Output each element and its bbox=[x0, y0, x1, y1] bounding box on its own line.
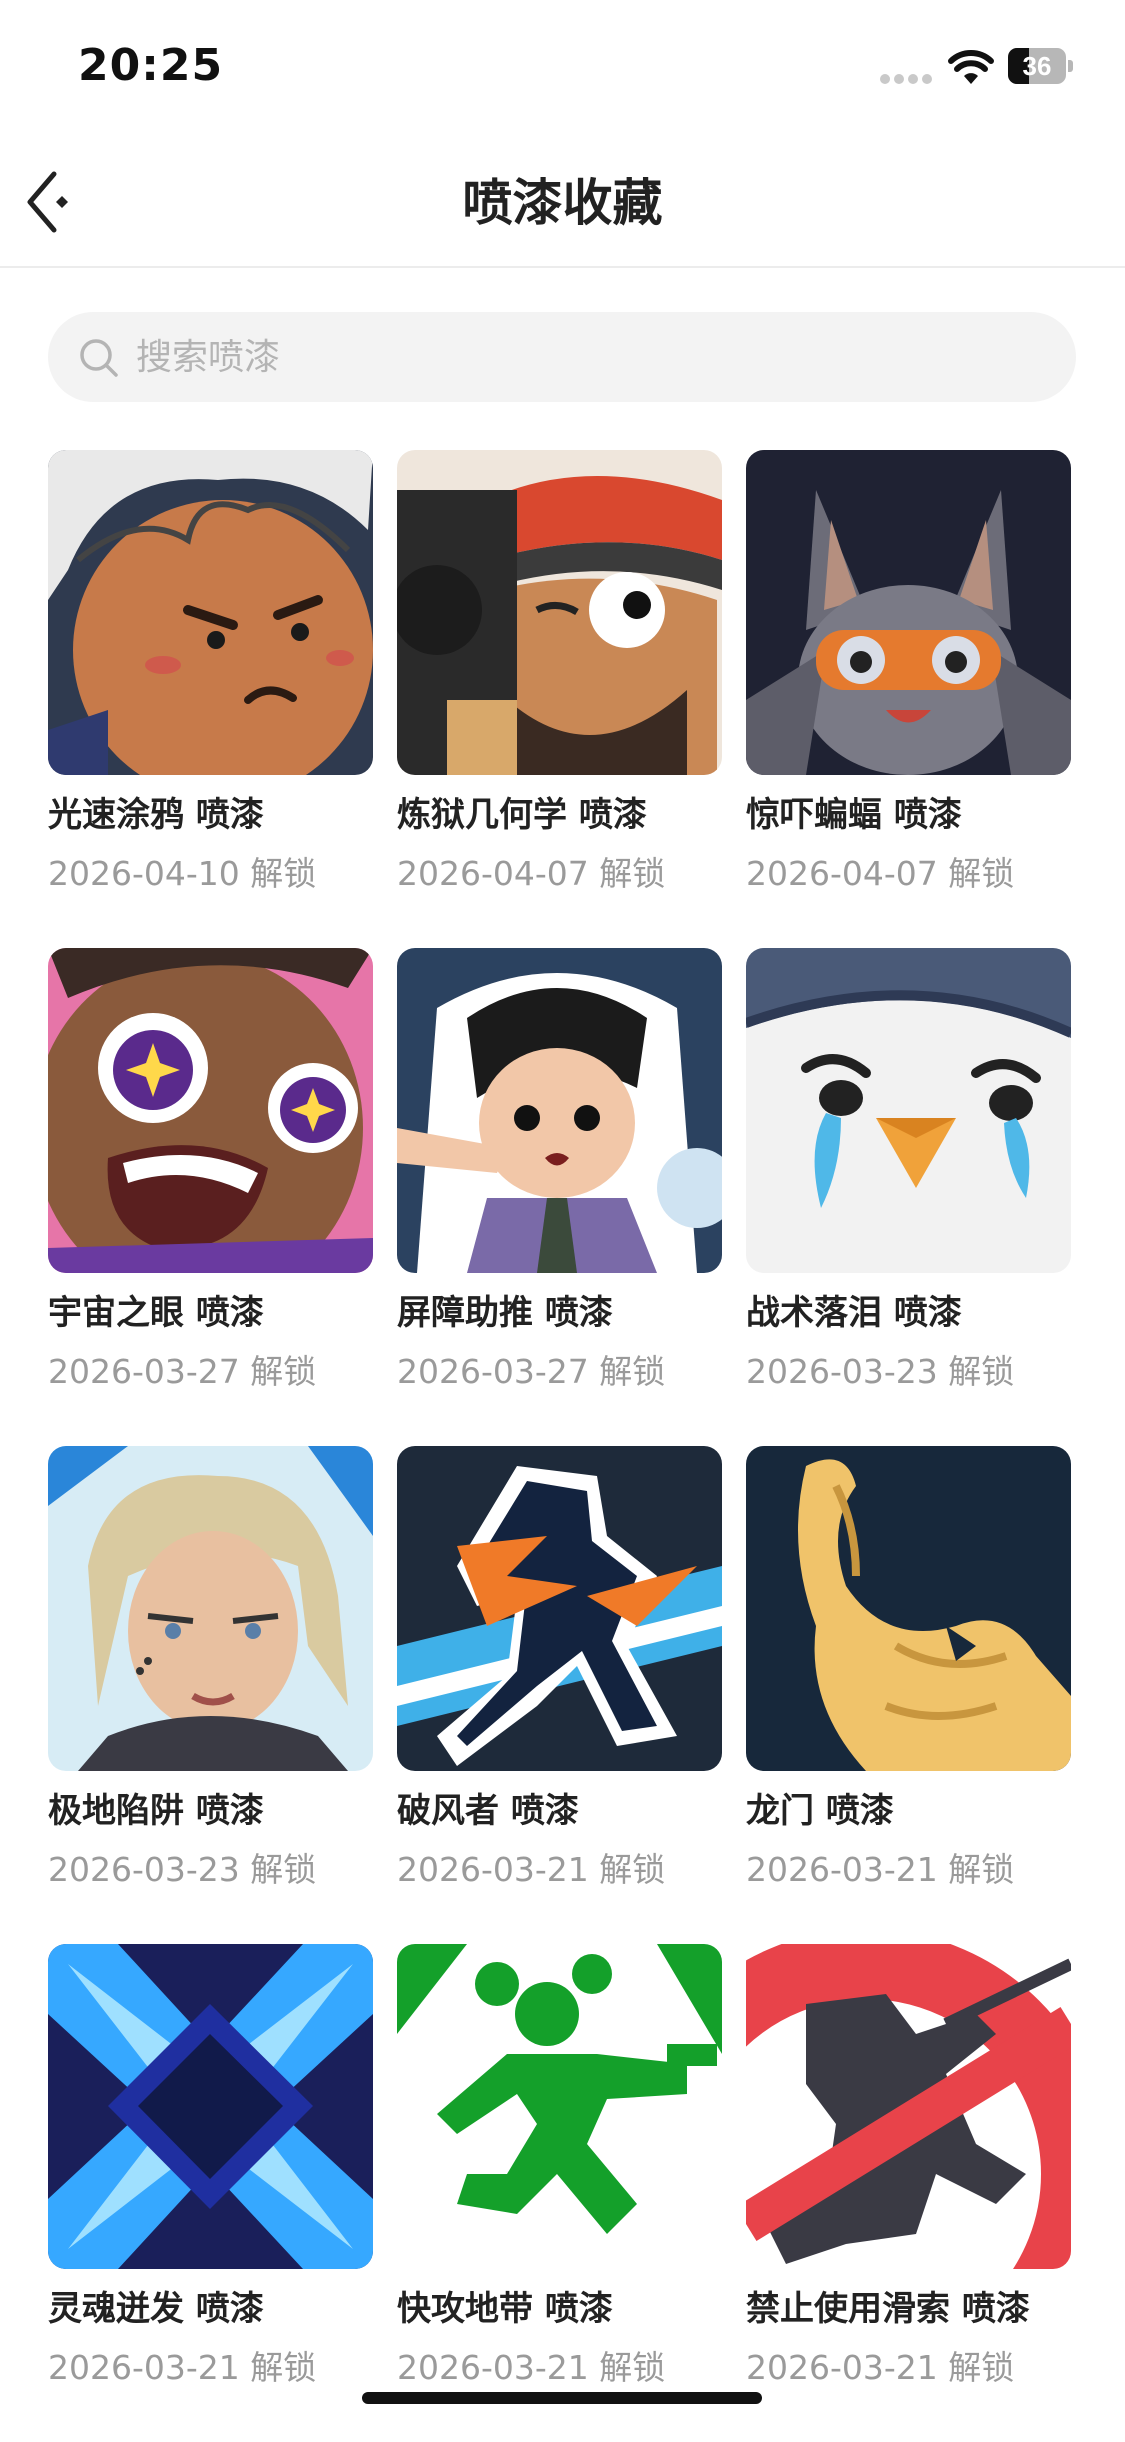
spray-thumbnail bbox=[746, 450, 1071, 775]
spray-thumbnail bbox=[48, 948, 373, 1273]
spray-thumbnail bbox=[48, 1944, 373, 2269]
spray-card[interactable]: 禁止使用滑索 喷漆 2026-03-21 解锁 bbox=[746, 1944, 1071, 2442]
spray-thumbnail bbox=[397, 948, 722, 1273]
spray-unlock-date: 2026-03-23 解锁 bbox=[746, 1352, 1015, 1391]
spray-card[interactable]: 光速涂鸦 喷漆 2026-04-10 解锁 bbox=[48, 450, 373, 948]
spray-thumbnail bbox=[746, 1944, 1071, 2269]
spray-card[interactable]: 宇宙之眼 喷漆 2026-03-27 解锁 bbox=[48, 948, 373, 1446]
spray-name: 宇宙之眼 喷漆 bbox=[48, 1293, 264, 1333]
spray-unlock-date: 2026-03-21 解锁 bbox=[746, 2348, 1015, 2387]
signal-icon bbox=[880, 74, 932, 84]
page-title: 喷漆收藏 bbox=[462, 174, 663, 232]
battery-level: 36 bbox=[1022, 51, 1052, 81]
spray-thumbnail bbox=[48, 450, 373, 775]
spray-card[interactable]: 炼狱几何学 喷漆 2026-04-07 解锁 bbox=[397, 450, 722, 948]
spray-unlock-date: 2026-04-10 解锁 bbox=[48, 854, 317, 893]
spray-thumbnail bbox=[48, 1446, 373, 1771]
spray-thumbnail bbox=[746, 1446, 1071, 1771]
home-indicator[interactable] bbox=[362, 2392, 762, 2404]
spray-card[interactable]: 惊吓蝙蝠 喷漆 2026-04-07 解锁 bbox=[746, 450, 1071, 948]
spray-name: 龙门 喷漆 bbox=[746, 1791, 894, 1831]
spray-name: 炼狱几何学 喷漆 bbox=[397, 795, 647, 835]
spray-thumbnail bbox=[746, 948, 1071, 1273]
search-icon bbox=[80, 339, 118, 377]
spray-name: 快攻地带 喷漆 bbox=[397, 2289, 613, 2329]
spray-grid: 光速涂鸦 喷漆 2026-04-10 解锁 炼狱几何学 喷漆 2026-04-0… bbox=[48, 450, 1078, 2442]
spray-unlock-date: 2026-03-27 解锁 bbox=[397, 1352, 666, 1391]
spray-thumbnail bbox=[397, 1944, 722, 2269]
spray-name: 惊吓蝙蝠 喷漆 bbox=[746, 795, 962, 835]
search-bar[interactable] bbox=[48, 312, 1076, 402]
spray-name: 灵魂迸发 喷漆 bbox=[48, 2289, 264, 2329]
search-input[interactable] bbox=[136, 312, 1036, 402]
spray-card[interactable]: 龙门 喷漆 2026-03-21 解锁 bbox=[746, 1446, 1071, 1944]
spray-unlock-date: 2026-03-21 解锁 bbox=[397, 1850, 666, 1889]
spray-name: 光速涂鸦 喷漆 bbox=[48, 795, 264, 835]
spray-name: 破风者 喷漆 bbox=[397, 1791, 579, 1831]
back-arrow-icon bbox=[27, 171, 68, 233]
spray-name: 屏障助推 喷漆 bbox=[397, 1293, 613, 1333]
wifi-icon bbox=[948, 50, 994, 86]
spray-card[interactable]: 战术落泪 喷漆 2026-03-23 解锁 bbox=[746, 948, 1071, 1446]
status-time: 20:25 bbox=[78, 40, 224, 91]
spray-name: 禁止使用滑索 喷漆 bbox=[746, 2289, 1030, 2329]
spray-card[interactable]: 灵魂迸发 喷漆 2026-03-21 解锁 bbox=[48, 1944, 373, 2442]
spray-thumbnail bbox=[397, 450, 722, 775]
spray-card[interactable]: 屏障助推 喷漆 2026-03-27 解锁 bbox=[397, 948, 722, 1446]
spray-unlock-date: 2026-04-07 解锁 bbox=[746, 854, 1015, 893]
battery-icon: 36 bbox=[1008, 48, 1074, 84]
spray-unlock-date: 2026-03-23 解锁 bbox=[48, 1850, 317, 1889]
spray-unlock-date: 2026-03-21 解锁 bbox=[746, 1850, 1015, 1889]
spray-card[interactable]: 快攻地带 喷漆 2026-03-21 解锁 bbox=[397, 1944, 722, 2442]
spray-card[interactable]: 极地陷阱 喷漆 2026-03-23 解锁 bbox=[48, 1446, 373, 1944]
back-button[interactable] bbox=[20, 162, 100, 242]
spray-name: 极地陷阱 喷漆 bbox=[48, 1791, 264, 1831]
spray-card[interactable]: 破风者 喷漆 2026-03-21 解锁 bbox=[397, 1446, 722, 1944]
spray-unlock-date: 2026-04-07 解锁 bbox=[397, 854, 666, 893]
spray-unlock-date: 2026-03-21 解锁 bbox=[48, 2348, 317, 2387]
spray-unlock-date: 2026-03-27 解锁 bbox=[48, 1352, 317, 1391]
spray-name: 战术落泪 喷漆 bbox=[746, 1293, 962, 1333]
status-bar: 20:25 36 bbox=[0, 0, 1125, 140]
spray-thumbnail bbox=[397, 1446, 722, 1771]
spray-unlock-date: 2026-03-21 解锁 bbox=[397, 2348, 666, 2387]
nav-bar: 喷漆收藏 bbox=[0, 140, 1125, 268]
